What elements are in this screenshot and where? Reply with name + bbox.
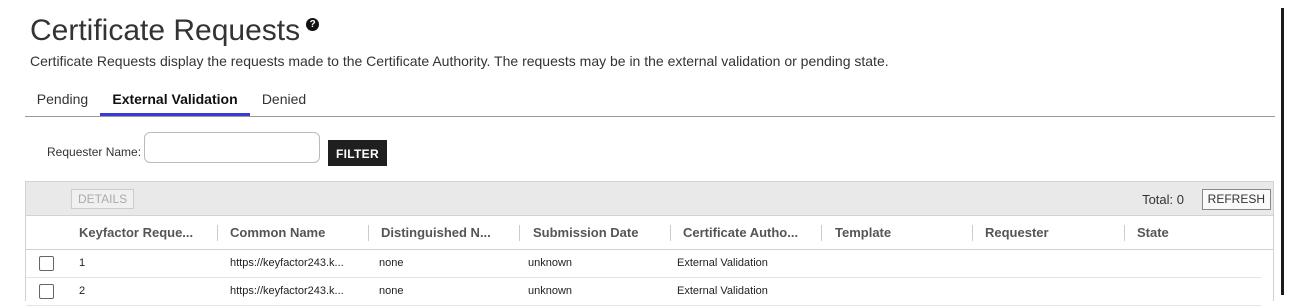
tab-bar: Pending External Validation Denied xyxy=(25,84,1275,117)
table-row[interactable]: 1 https://keyfactor243.k... none unknown… xyxy=(26,249,1261,278)
help-icon[interactable]: ? xyxy=(306,18,320,31)
column-header-state[interactable]: State xyxy=(1137,216,1257,249)
column-header-common-name[interactable]: Common Name xyxy=(230,216,368,249)
requester-name-input[interactable] xyxy=(144,132,320,163)
column-separator[interactable] xyxy=(368,225,369,241)
column-separator[interactable] xyxy=(972,225,973,241)
requests-grid: DETAILS Total: 0 REFRESH Keyfactor Reque… xyxy=(25,181,1274,306)
tab-external-validation[interactable]: External Validation xyxy=(100,84,250,116)
column-header-submission-date[interactable]: Submission Date xyxy=(533,216,668,249)
vertical-scrollbar[interactable] xyxy=(1281,8,1284,295)
grid-header: Keyfactor Reque... Common Name Distingui… xyxy=(26,216,1273,250)
cell-request-id: 2 xyxy=(79,285,86,297)
column-header-template[interactable]: Template xyxy=(835,216,970,249)
row-checkbox[interactable] xyxy=(39,284,54,299)
column-separator[interactable] xyxy=(519,225,520,241)
tab-pending[interactable]: Pending xyxy=(25,84,100,114)
column-header-requester[interactable]: Requester xyxy=(985,216,1120,249)
cell-common-name: https://keyfactor243.k... xyxy=(230,285,344,297)
cell-certificate-authority: External Validation xyxy=(677,285,768,297)
tab-denied[interactable]: Denied xyxy=(250,84,318,114)
column-separator[interactable] xyxy=(1124,225,1125,241)
page-header: Certificate Requests ? xyxy=(30,12,320,50)
page-title: Certificate Requests xyxy=(30,14,301,47)
cell-request-id: 1 xyxy=(79,257,86,269)
cell-submission-date: unknown xyxy=(528,257,573,269)
cell-distinguished-name: none xyxy=(379,257,404,269)
requester-name-label: Requester Name: xyxy=(47,145,142,159)
cell-certificate-authority: External Validation xyxy=(677,257,768,269)
column-separator[interactable] xyxy=(217,225,218,241)
table-row[interactable]: 2 https://keyfactor243.k... none unknown… xyxy=(26,277,1261,306)
column-header-certificate-authority[interactable]: Certificate Autho... xyxy=(683,216,813,249)
cell-common-name: https://keyfactor243.k... xyxy=(230,257,344,269)
column-header-distinguished-name[interactable]: Distinguished N... xyxy=(381,216,513,249)
cell-distinguished-name: none xyxy=(379,285,404,297)
cell-submission-date: unknown xyxy=(528,285,573,297)
grid-toolbar: DETAILS Total: 0 REFRESH xyxy=(26,182,1273,216)
row-checkbox[interactable] xyxy=(39,256,54,271)
details-button[interactable]: DETAILS xyxy=(71,189,135,209)
page-description: Certificate Requests display the request… xyxy=(30,53,889,69)
refresh-button[interactable]: REFRESH xyxy=(1201,189,1271,210)
column-separator[interactable] xyxy=(670,225,671,241)
filter-button[interactable]: FILTER xyxy=(328,140,387,166)
column-header-keyfactor-request-id[interactable]: Keyfactor Reque... xyxy=(79,216,209,249)
total-count: Total: 0 xyxy=(1142,192,1184,207)
column-separator[interactable] xyxy=(821,225,822,241)
